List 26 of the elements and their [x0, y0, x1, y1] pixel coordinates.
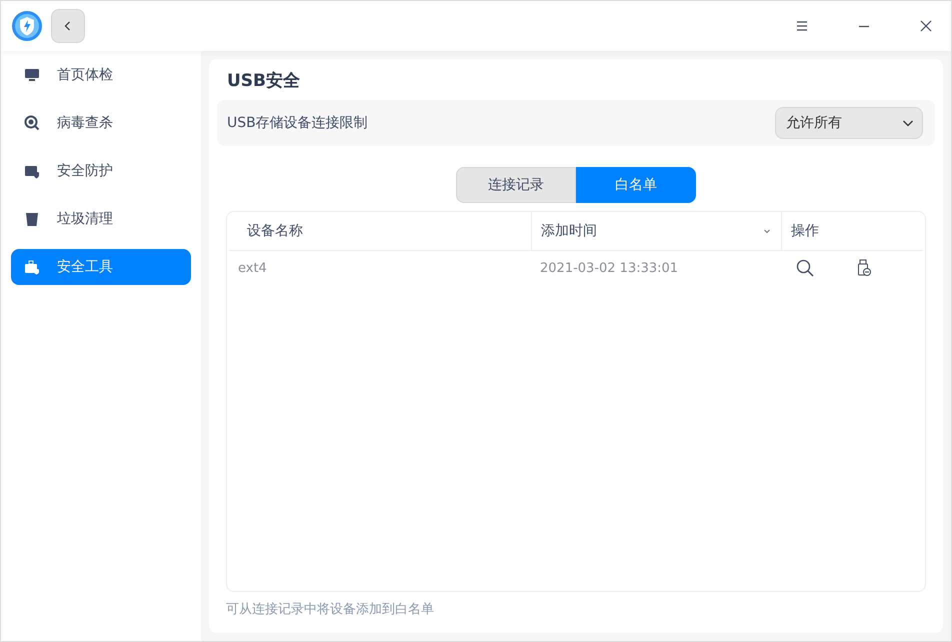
toolbox-icon	[24, 259, 40, 275]
sidebar-item[interactable]: 安全工具	[11, 249, 191, 285]
app-logo-icon	[11, 10, 43, 42]
sort-caret-icon[interactable]	[763, 227, 771, 235]
usb-remove-icon[interactable]	[856, 259, 872, 277]
close-icon[interactable]	[920, 20, 932, 32]
trash-icon	[24, 211, 40, 227]
search-icon[interactable]	[796, 259, 814, 277]
menu-icon[interactable]	[796, 20, 808, 32]
scan-icon	[24, 115, 40, 131]
sidebar-item[interactable]: 安全防护	[11, 153, 191, 189]
tab[interactable]: 白名单	[576, 167, 696, 203]
restriction-dropdown[interactable]: 允许所有	[775, 107, 923, 139]
monitor-icon	[24, 67, 40, 83]
table-cell: 2021-03-02 13:33:01	[540, 260, 678, 276]
sidebar-item[interactable]: 垃圾清理	[11, 201, 191, 237]
tab[interactable]: 连接记录	[456, 167, 576, 203]
setting-label: USB存储设备连接限制	[227, 114, 368, 132]
table-cell: ext4	[238, 260, 267, 276]
hint-text: 可从连接记录中将设备添加到白名单	[225, 601, 435, 619]
sidebar-item[interactable]: 首页体检	[11, 57, 191, 93]
sidebar-item[interactable]: 病毒查杀	[11, 105, 191, 141]
column-header[interactable]: 操作	[791, 222, 819, 240]
column-header[interactable]: 设备名称	[247, 222, 303, 240]
column-header[interactable]: 添加时间	[541, 222, 597, 240]
page-title: USB安全	[226, 70, 302, 93]
